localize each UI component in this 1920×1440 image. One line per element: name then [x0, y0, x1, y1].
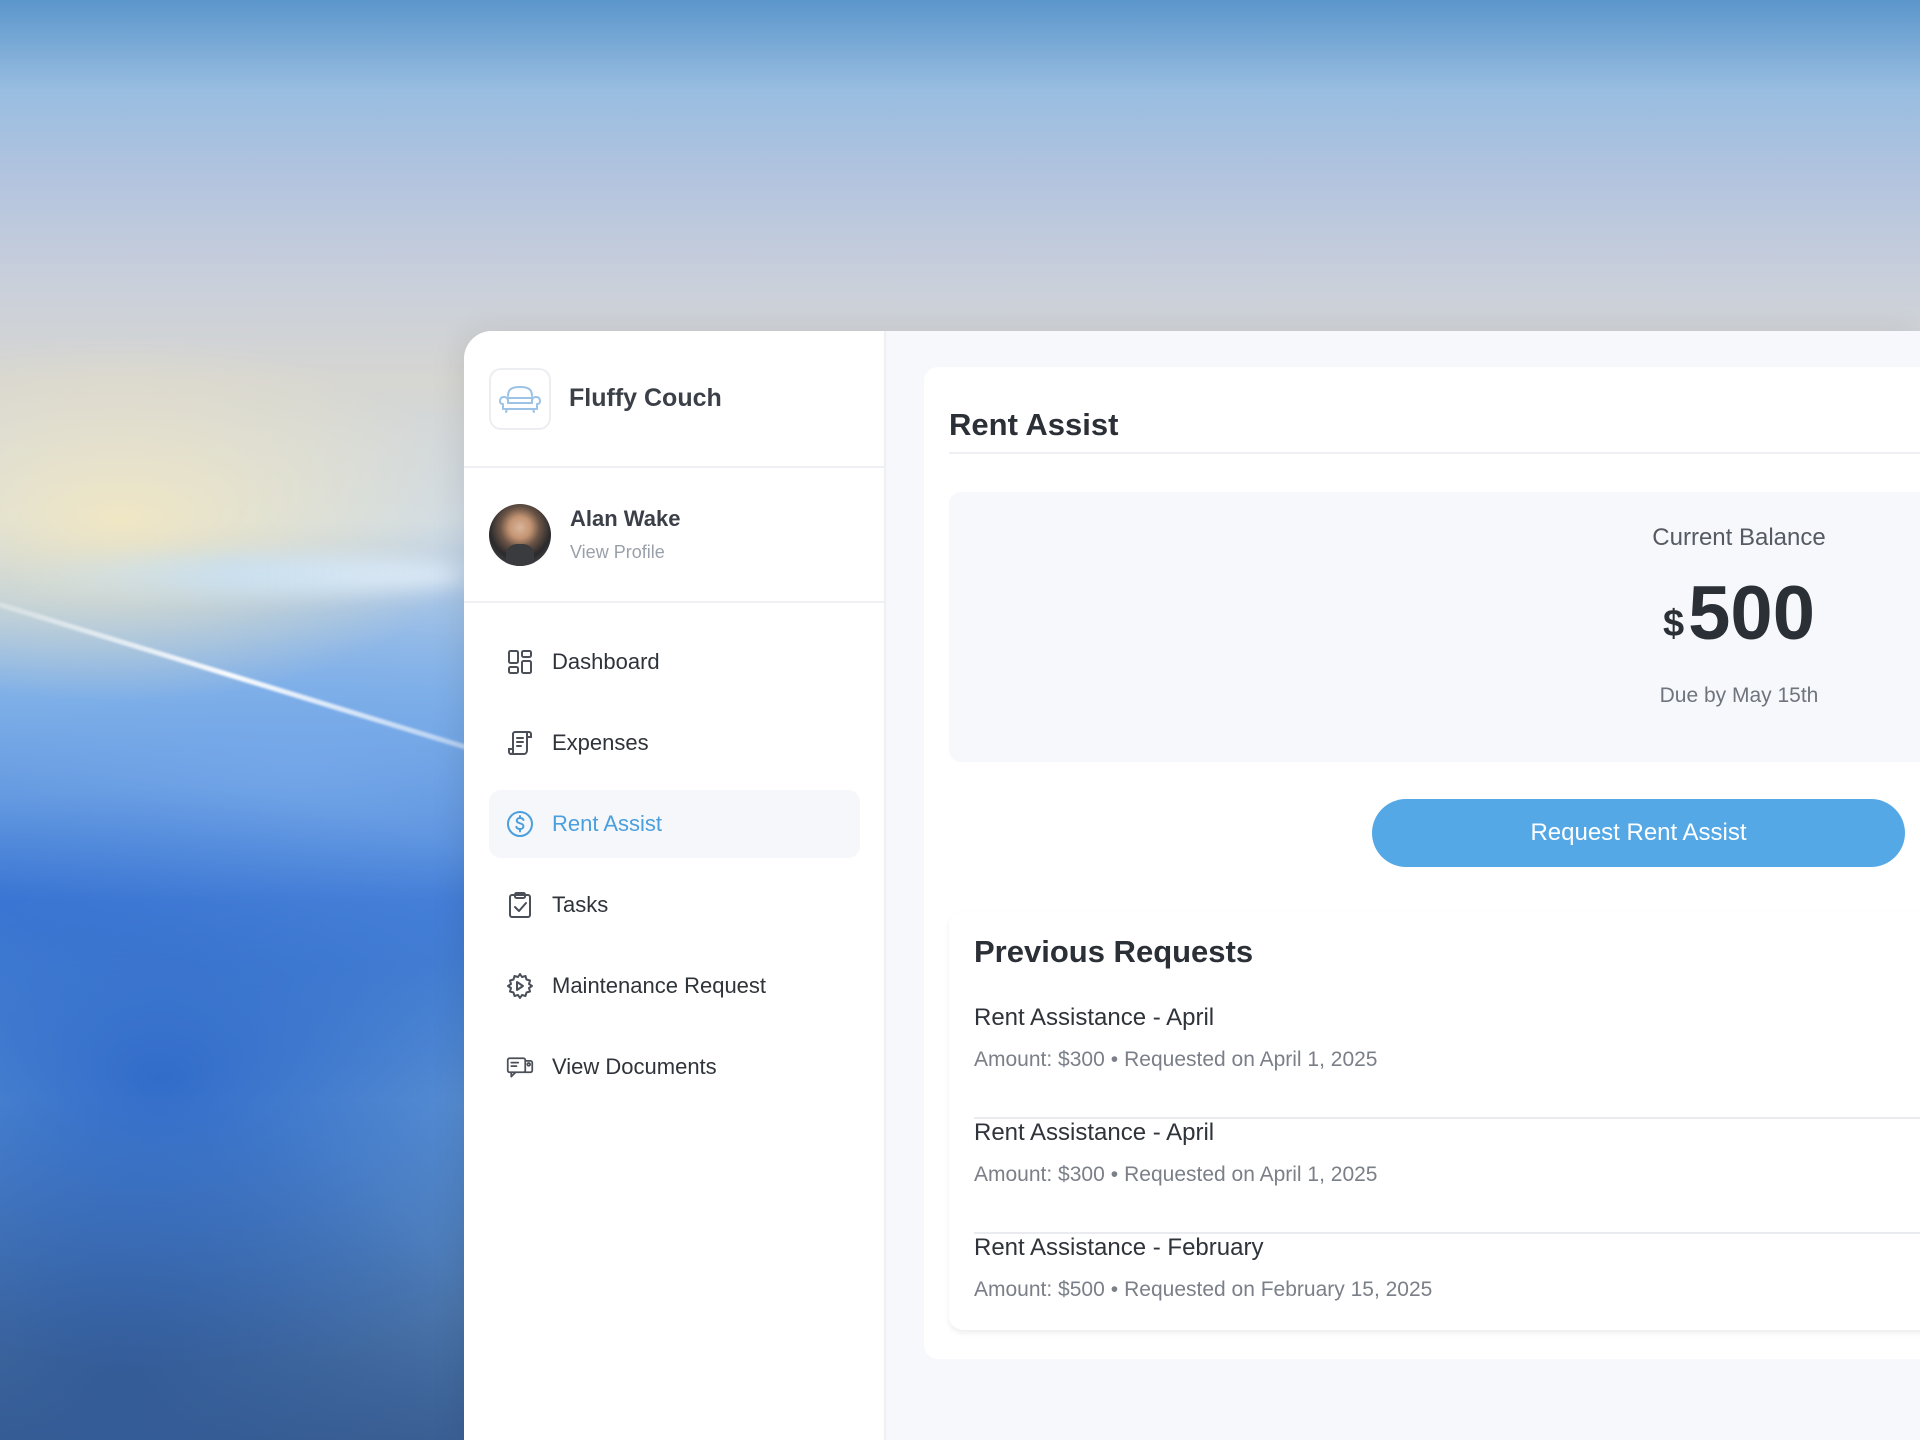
sidebar-nav: Dashboard Expenses Rent Assist Tasks Mai… [464, 603, 884, 1101]
avatar [489, 503, 551, 566]
previous-requests-card: Previous Requests Rent Assistance - Apri… [949, 912, 1920, 1330]
sidebar-item-expenses[interactable]: Expenses [489, 709, 860, 777]
requests-list: Rent Assistance - April Amount: $300 • Req… [974, 1004, 1920, 1349]
title-divider [949, 452, 1920, 454]
request-rent-assist-button[interactable]: Request Rent Assist [1372, 799, 1905, 867]
sidebar-item-tasks[interactable]: Tasks [489, 871, 860, 939]
view-profile-link[interactable]: View Profile [570, 542, 680, 563]
rent-assist-panel: Rent Assist Current Balance $ 500 Due by… [924, 367, 1920, 1359]
sidebar: Fluffy Couch Alan Wake View Profile Dash… [464, 331, 886, 1440]
dollar-circle-icon [506, 810, 534, 838]
request-amount: Amount: $300 [974, 1048, 1105, 1071]
couch-icon [489, 367, 551, 430]
background-light-streak [0, 555, 470, 595]
user-profile[interactable]: Alan Wake View Profile [464, 468, 884, 603]
request-date: Requested on February 15, 2025 [1124, 1278, 1433, 1301]
page-title: Rent Assist [949, 407, 1119, 442]
separator-dot: • [1110, 1278, 1119, 1301]
sidebar-item-label: Maintenance Request [552, 973, 767, 998]
profile-name: Alan Wake [570, 506, 681, 531]
request-meta: Amount: $300 • Requested on April 1, 2025 [974, 1163, 1920, 1187]
clipboard-check-icon [506, 891, 534, 919]
request-amount: Amount: $500 [974, 1278, 1105, 1301]
balance-card: Current Balance $ 500 Due by May 15th [949, 492, 1920, 762]
documents-icon [506, 1053, 534, 1081]
currency-symbol: $ [1663, 603, 1685, 645]
request-date: Requested on April 1, 2025 [1124, 1048, 1378, 1071]
sidebar-item-label: Dashboard [552, 649, 660, 674]
request-meta: Amount: $500 • Requested on February 15, 2… [974, 1278, 1920, 1302]
background-light-line [0, 590, 497, 759]
sidebar-item-label: View Documents [552, 1054, 717, 1079]
sidebar-item-rent-assist[interactable]: Rent Assist [489, 790, 860, 858]
sidebar-item-maintenance-request[interactable]: Maintenance Request [489, 952, 860, 1020]
request-title: Rent Assistance - April [974, 1004, 1215, 1031]
request-title: Rent Assistance - February [974, 1234, 1264, 1261]
request-meta: Amount: $300 • Requested on April 1, 2025 [974, 1048, 1920, 1072]
brand[interactable]: Fluffy Couch [464, 331, 884, 468]
sidebar-item-view-documents[interactable]: View Documents [489, 1033, 860, 1101]
list-item[interactable]: Rent Assistance - February Amount: $500 •… [974, 1234, 1920, 1349]
separator-dot: • [1110, 1048, 1119, 1071]
sidebar-item-dashboard[interactable]: Dashboard [489, 628, 860, 696]
balance-label: Current Balance [1652, 524, 1826, 551]
app-window: Fluffy Couch Alan Wake View Profile Dash… [464, 331, 1920, 1440]
dashboard-icon [506, 648, 534, 676]
sidebar-item-label: Tasks [552, 892, 609, 917]
sidebar-item-label: Expenses [552, 730, 649, 755]
brand-name: Fluffy Couch [569, 384, 722, 412]
list-item[interactable]: Rent Assistance - April Amount: $300 • Req… [974, 1119, 1920, 1234]
request-title: Rent Assistance - April [974, 1119, 1215, 1146]
request-amount: Amount: $300 [974, 1163, 1105, 1186]
request-date: Requested on April 1, 2025 [1124, 1163, 1378, 1186]
sidebar-item-label: Rent Assist [552, 811, 663, 836]
balance-amount: $ 500 [1549, 574, 1920, 654]
gear-icon [506, 972, 534, 1000]
due-date: Due by May 15th [1659, 684, 1819, 707]
list-item[interactable]: Rent Assistance - April Amount: $300 • Req… [974, 1004, 1920, 1119]
previous-requests-title: Previous Requests [974, 934, 1254, 969]
balance-value: 500 [1688, 571, 1815, 656]
receipt-icon [506, 729, 534, 757]
main-content: Rent Assist Current Balance $ 500 Due by… [886, 331, 1920, 1440]
separator-dot: • [1110, 1163, 1119, 1186]
